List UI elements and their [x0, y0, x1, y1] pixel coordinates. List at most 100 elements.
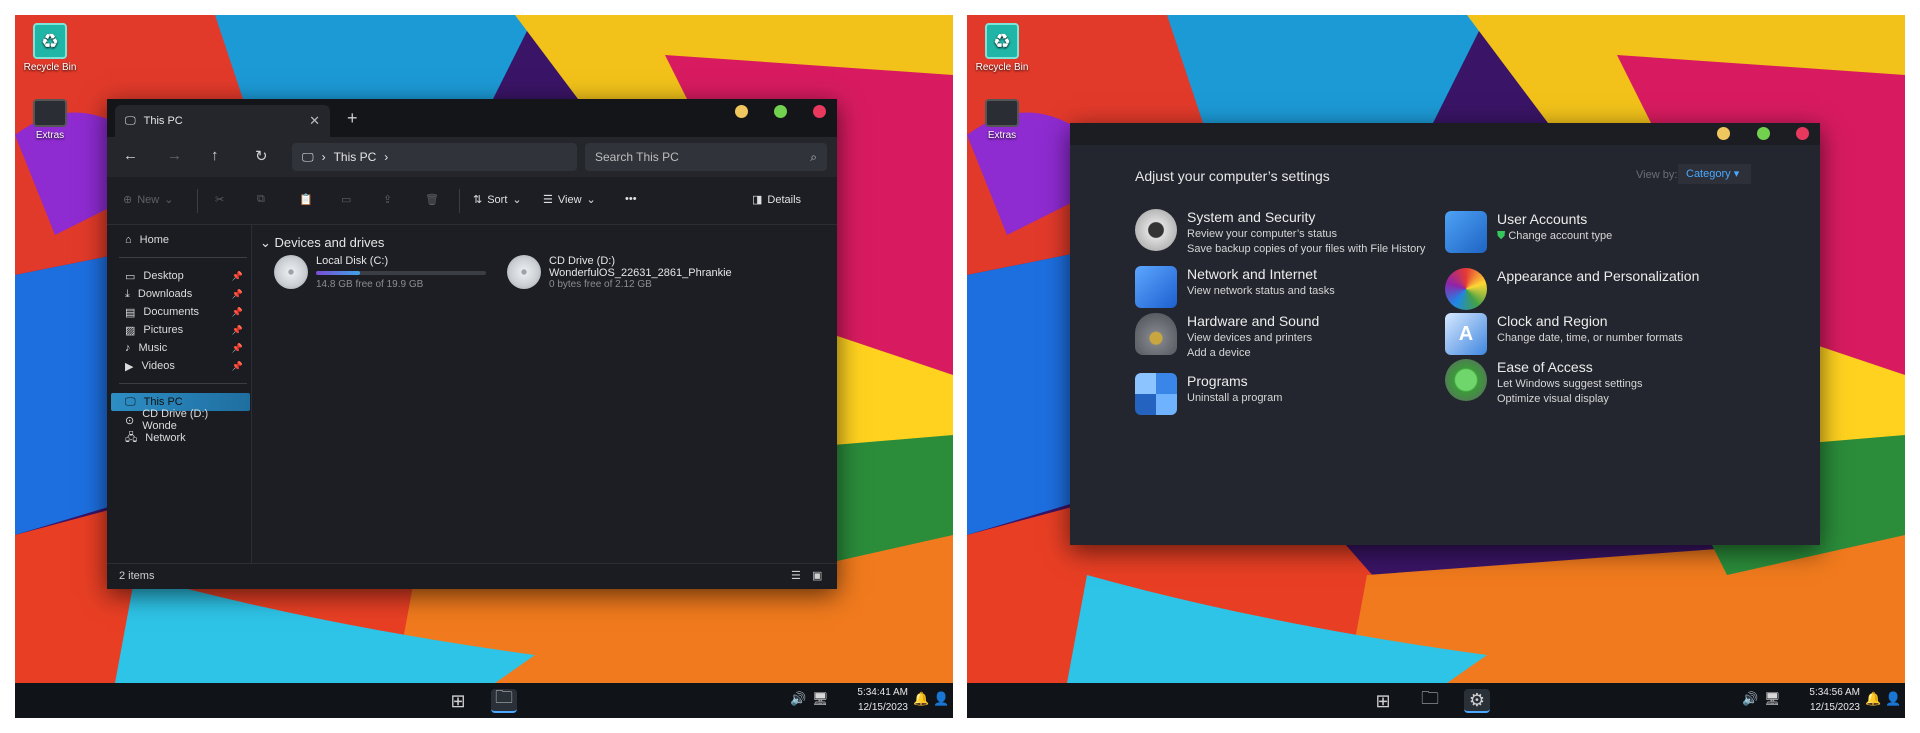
- category-link[interactable]: ⛊ Change account type: [1497, 229, 1612, 244]
- share-icon[interactable]: ⇪: [383, 193, 392, 206]
- view-button[interactable]: ☰ View ⌄: [543, 193, 596, 207]
- minimize-button[interactable]: [1717, 127, 1730, 140]
- sidebar-item-desktop[interactable]: ▭ Desktop 📌: [125, 267, 243, 285]
- extras-desktop-icon[interactable]: Extras: [15, 93, 85, 141]
- sidebar-item-downloads[interactable]: ⤓ Downloads 📌: [125, 285, 243, 303]
- start-grid-icon[interactable]: ⊞: [445, 689, 471, 713]
- notification-bell-icon[interactable]: 🔔: [1865, 691, 1881, 707]
- address-bar[interactable]: 🖵 › This PC ›: [292, 143, 577, 171]
- category-link[interactable]: Change date, time, or number formats: [1497, 331, 1683, 346]
- rename-icon[interactable]: ▭: [341, 193, 351, 206]
- volume-icon[interactable]: 🔊: [1742, 691, 1758, 707]
- sidebar-item-label: Network: [145, 432, 186, 444]
- new-tab-button[interactable]: +: [347, 108, 358, 129]
- minimize-button[interactable]: [735, 105, 748, 118]
- close-button[interactable]: [813, 105, 826, 118]
- view-by-dropdown[interactable]: Category ▾: [1678, 164, 1751, 184]
- list-view-icon[interactable]: ☰: [791, 569, 801, 582]
- category-link[interactable]: View network status and tasks: [1187, 284, 1335, 299]
- network-status-icon[interactable]: 🖥: [1764, 691, 1781, 707]
- drive-local-disk[interactable]: Local Disk (C:) 14.8 GB free of 19.9 GB: [274, 255, 486, 290]
- extras-folder-icon: [33, 99, 67, 127]
- category-title[interactable]: Network and Internet: [1187, 266, 1335, 282]
- category-link[interactable]: Review your computer’s status: [1187, 227, 1425, 242]
- clock[interactable]: 5:34:41 AM 12/15/2023: [830, 685, 908, 715]
- refresh-icon[interactable]: ↻: [255, 147, 268, 165]
- extras-desktop-icon[interactable]: Extras: [967, 93, 1037, 141]
- category-title[interactable]: Clock and Region: [1497, 313, 1683, 329]
- drive-usage-fill: [316, 271, 361, 275]
- sidebar-item-label: Downloads: [137, 288, 193, 300]
- recycle-bin-icon: ♻: [33, 23, 67, 59]
- category-link[interactable]: Save backup copies of your files with Fi…: [1187, 242, 1425, 257]
- programs-icon: [1135, 373, 1177, 415]
- delete-icon[interactable]: 🗑: [425, 193, 439, 206]
- category-link[interactable]: Optimize visual display: [1497, 392, 1643, 407]
- divider: [119, 383, 247, 384]
- sidebar-item-documents[interactable]: ▤ Documents 📌: [125, 303, 243, 321]
- notification-bell-icon[interactable]: 🔔: [913, 691, 929, 707]
- breadcrumb-this-pc[interactable]: This PC: [334, 150, 377, 164]
- new-button[interactable]: ⊕ New ⌄: [123, 193, 173, 207]
- tiles-view-icon[interactable]: ▣: [812, 569, 822, 582]
- category-link[interactable]: Add a device: [1187, 346, 1319, 361]
- document-icon: ▤: [125, 306, 136, 319]
- chevron-right-icon[interactable]: ›: [384, 150, 388, 164]
- drive-cd[interactable]: CD Drive (D:) WonderfulOS_22631_2861_Phr…: [507, 255, 732, 290]
- category-title[interactable]: Appearance and Personalization: [1497, 268, 1699, 284]
- accessibility-icon: [1445, 359, 1487, 401]
- back-arrow-icon[interactable]: ←: [123, 147, 138, 164]
- user-icon[interactable]: 👤: [1885, 691, 1901, 707]
- file-explorer-taskbar-icon[interactable]: 🗀: [491, 687, 517, 713]
- clock[interactable]: 5:34:56 AM 12/15/2023: [1782, 685, 1860, 715]
- sidebar-item-cd-drive[interactable]: ⊙ CD Drive (D:) Wonde: [125, 408, 243, 432]
- sidebar-item-network[interactable]: 🖧 Network: [125, 429, 243, 447]
- start-grid-icon[interactable]: ⊞: [1370, 689, 1396, 713]
- file-explorer-taskbar-icon[interactable]: 🗀: [1417, 688, 1443, 713]
- category-link[interactable]: View devices and printers: [1187, 331, 1319, 346]
- user-icon[interactable]: 👤: [933, 691, 949, 707]
- sidebar-item-home[interactable]: ⌂ Home: [125, 231, 243, 249]
- caret-down-icon: ▾: [1733, 168, 1740, 180]
- close-tab-icon[interactable]: ✕: [309, 113, 320, 129]
- category-link[interactable]: Let Windows suggest settings: [1497, 377, 1643, 392]
- sort-button[interactable]: ⇅ Sort ⌄: [473, 193, 522, 207]
- copy-icon[interactable]: ⧉: [257, 193, 265, 206]
- control-panel-taskbar-icon[interactable]: ⚙: [1464, 689, 1490, 713]
- network-status-icon[interactable]: 🖥: [812, 691, 829, 707]
- more-options-icon[interactable]: •••: [625, 193, 637, 205]
- close-button[interactable]: [1796, 127, 1809, 140]
- category-ease-of-access: Ease of Access Let Windows suggest setti…: [1445, 359, 1643, 407]
- clock-language-icon: A: [1445, 313, 1487, 355]
- recycle-bin-desktop-icon[interactable]: ♻ Recycle Bin: [15, 23, 85, 73]
- category-title[interactable]: Hardware and Sound: [1187, 313, 1319, 329]
- user-accounts-icon: [1445, 211, 1487, 253]
- search-input[interactable]: Search This PC ⌕: [585, 143, 827, 171]
- page-title: Adjust your computer’s settings: [1135, 168, 1330, 184]
- category-title[interactable]: Programs: [1187, 373, 1282, 389]
- up-arrow-icon[interactable]: ↑: [211, 147, 219, 164]
- drive-free-space: 14.8 GB free of 19.9 GB: [316, 279, 424, 290]
- cut-icon[interactable]: ✂: [215, 193, 224, 206]
- category-link[interactable]: Uninstall a program: [1187, 391, 1282, 406]
- maximize-button[interactable]: [1757, 127, 1770, 140]
- drive-name: CD Drive (D:): [549, 255, 615, 267]
- sidebar-item-videos[interactable]: ▶ Videos 📌: [125, 357, 243, 375]
- paste-icon[interactable]: 📋: [299, 193, 313, 206]
- category-title[interactable]: User Accounts: [1497, 211, 1612, 227]
- group-heading[interactable]: ⌄ Devices and drives: [260, 235, 384, 251]
- volume-icon[interactable]: 🔊: [790, 691, 806, 707]
- divider: [197, 189, 198, 213]
- video-icon: ▶: [125, 360, 134, 373]
- forward-arrow-icon[interactable]: →: [167, 147, 182, 164]
- tab-this-pc[interactable]: 🖵 This PC ✕: [115, 105, 330, 137]
- maximize-button[interactable]: [774, 105, 787, 118]
- sidebar-item-pictures[interactable]: ▨ Pictures 📌: [125, 321, 243, 339]
- navigation-bar: ← → ↑ ↻ 🖵 › This PC › Search This PC ⌕: [107, 137, 837, 177]
- recycle-bin-desktop-icon[interactable]: ♻ Recycle Bin: [967, 23, 1037, 73]
- printer-speaker-icon: [1135, 313, 1177, 355]
- details-button[interactable]: ◨ Details: [752, 193, 801, 207]
- category-title[interactable]: System and Security: [1187, 209, 1425, 225]
- category-title[interactable]: Ease of Access: [1497, 359, 1643, 375]
- sidebar-item-music[interactable]: ♪ Music 📌: [125, 339, 243, 357]
